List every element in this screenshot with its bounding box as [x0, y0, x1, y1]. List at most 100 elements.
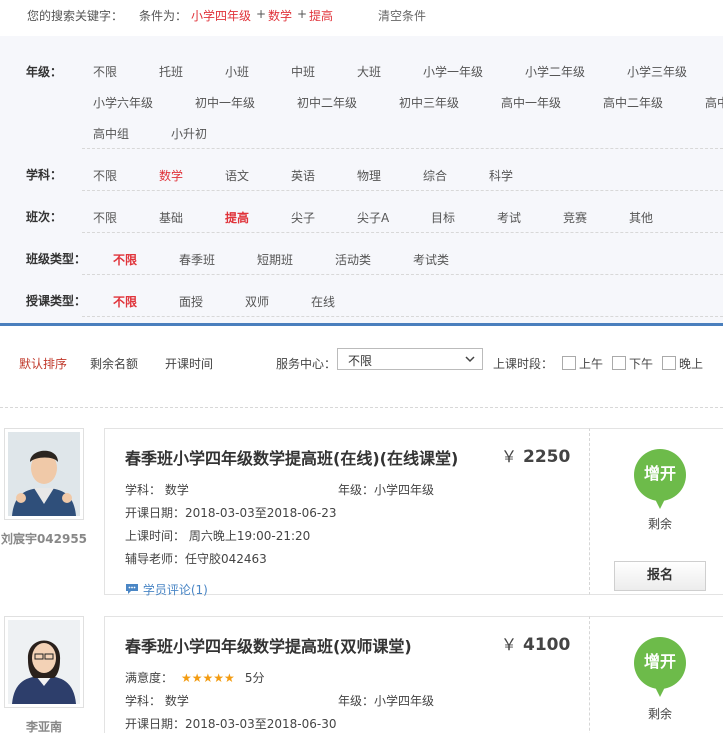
- divider: [82, 274, 723, 275]
- subject-option[interactable]: 语文: [225, 167, 249, 184]
- sort-default[interactable]: 默认排序: [19, 355, 67, 372]
- keyword-label: 您的搜索关键字：: [27, 9, 124, 23]
- level-option[interactable]: 考试: [497, 209, 521, 226]
- condition-plus: +: [256, 7, 267, 21]
- course-class-time: 上课时间： 周六晚上19:00-21:20: [125, 529, 311, 543]
- course-title[interactable]: 春季班小学四年级数学提高班(双师课堂): [125, 633, 412, 657]
- grade-option[interactable]: 高中一年级: [501, 94, 561, 111]
- grade-option[interactable]: 高中二年级: [603, 94, 663, 111]
- grade-label: 年级：: [26, 65, 63, 79]
- course-card: 春季班小学四年级数学提高班(双师课堂) ￥ 4100 满意度： ★★★★★ 5分 学科…: [104, 616, 590, 733]
- grade-option[interactable]: 初中二年级: [297, 94, 357, 111]
- remaining-seats: 剩余: [647, 517, 672, 531]
- class-type-option[interactable]: 春季班: [179, 251, 215, 268]
- course-price: ￥ 4100: [501, 631, 570, 655]
- teacher-name[interactable]: 李亚南: [0, 718, 88, 733]
- teach-type-option[interactable]: 双师: [245, 293, 269, 310]
- comment-icon: [126, 584, 138, 594]
- evening-label[interactable]: 晚上: [679, 355, 703, 372]
- grade-option[interactable]: 初中三年级: [399, 94, 459, 111]
- grade-option[interactable]: 不限: [93, 63, 117, 80]
- subject-option[interactable]: 综合: [423, 167, 447, 184]
- grade-option[interactable]: 小学三年级: [627, 63, 687, 80]
- service-center-label: 服务中心：: [276, 357, 337, 371]
- grade-option[interactable]: 小升初: [171, 125, 207, 142]
- service-center-select[interactable]: 不限: [337, 348, 483, 370]
- signup-button[interactable]: 报名: [614, 561, 706, 591]
- level-label: 班次：: [26, 210, 63, 224]
- grade-option[interactable]: 中班: [291, 63, 315, 80]
- grade-option[interactable]: 大班: [357, 63, 381, 80]
- search-keyword-bar: 您的搜索关键字： 条件为： 小学四年级 + 数学 + 提高 清空条件: [0, 0, 723, 36]
- grade-option[interactable]: 小学六年级: [93, 94, 153, 111]
- subject-option[interactable]: 英语: [291, 167, 315, 184]
- level-option[interactable]: 尖子: [291, 209, 315, 226]
- grade-option[interactable]: 小班: [225, 63, 249, 80]
- teach-type-option[interactable]: 面授: [179, 293, 203, 310]
- reviews-label: 学员评论(1): [142, 583, 208, 597]
- class-time-label: 上课时段：: [493, 357, 554, 371]
- sort-remaining[interactable]: 剩余名额: [90, 355, 138, 372]
- morning-checkbox[interactable]: [562, 356, 576, 370]
- clear-conditions-link[interactable]: 清空条件: [378, 7, 426, 24]
- level-option[interactable]: 目标: [431, 209, 455, 226]
- afternoon-checkbox[interactable]: [612, 356, 626, 370]
- condition-level: 提高: [309, 9, 334, 23]
- status-badge: 增开: [634, 449, 686, 509]
- level-option[interactable]: 其他: [629, 209, 653, 226]
- teach-type-option[interactable]: 在线: [311, 293, 335, 310]
- remaining-seats: 剩余: [647, 707, 672, 721]
- subject-option[interactable]: 科学: [489, 167, 513, 184]
- course-side-panel: 增开 剩余 报名: [590, 428, 723, 595]
- course-start-date: 开课日期：2018-03-03至2018-06-23: [125, 506, 337, 520]
- class-type-option-selected[interactable]: 不限: [113, 251, 137, 268]
- avatar: [8, 620, 80, 704]
- teach-type-option-selected[interactable]: 不限: [113, 293, 137, 310]
- course-start-date: 开课日期：2018-03-03至2018-06-30: [125, 717, 337, 731]
- condition-grade: 小学四年级: [191, 9, 252, 23]
- grade-option[interactable]: 初中一年级: [195, 94, 255, 111]
- class-type-label: 班级类型：: [26, 252, 87, 266]
- currency-symbol: ￥: [501, 635, 518, 654]
- course-grade: 年级：小学四年级: [338, 483, 435, 497]
- status-badge: 增开: [634, 637, 686, 697]
- subject-option[interactable]: 物理: [357, 167, 381, 184]
- teacher-name[interactable]: 刘宸宇042955: [0, 530, 88, 547]
- morning-label[interactable]: 上午: [579, 355, 603, 372]
- evening-checkbox[interactable]: [662, 356, 676, 370]
- currency-symbol: ￥: [501, 447, 518, 466]
- grade-option[interactable]: 高中: [705, 94, 723, 111]
- class-type-option[interactable]: 考试类: [413, 251, 449, 268]
- avatar: [8, 432, 80, 516]
- afternoon-label[interactable]: 下午: [629, 355, 653, 372]
- teacher-photo[interactable]: [4, 616, 84, 708]
- level-option[interactable]: 基础: [159, 209, 183, 226]
- sort-start-time[interactable]: 开课时间: [165, 355, 213, 372]
- level-option-selected[interactable]: 提高: [225, 209, 249, 226]
- course-subject: 学科： 数学: [125, 483, 189, 497]
- grade-option[interactable]: 小学二年级: [525, 63, 585, 80]
- subject-option[interactable]: 不限: [93, 167, 117, 184]
- level-option[interactable]: 不限: [93, 209, 117, 226]
- level-option[interactable]: 竞赛: [563, 209, 587, 226]
- student-reviews-link[interactable]: 学员评论(1): [125, 581, 208, 598]
- satisfaction-label: 满意度：: [125, 671, 174, 685]
- grade-option[interactable]: 托班: [159, 63, 183, 80]
- divider: [82, 316, 723, 317]
- course-title[interactable]: 春季班小学四年级数学提高班(在线)(在线课堂): [125, 445, 458, 469]
- course-tutor: 辅导老师：任守胶042463: [125, 552, 267, 566]
- service-center-value: 不限: [348, 354, 373, 368]
- subject-option-selected[interactable]: 数学: [159, 167, 183, 184]
- class-type-option[interactable]: 活动类: [335, 251, 371, 268]
- grade-option[interactable]: 小学一年级: [423, 63, 483, 80]
- class-type-option[interactable]: 短期班: [257, 251, 293, 268]
- course-satisfaction: 满意度： ★★★★★ 5分: [125, 669, 264, 686]
- chevron-down-icon: [465, 356, 475, 363]
- level-option[interactable]: 尖子A: [357, 209, 389, 226]
- teacher-photo[interactable]: [4, 428, 84, 520]
- course-side-panel: 增开 剩余: [590, 616, 723, 733]
- divider: [82, 148, 723, 149]
- divider: [0, 407, 723, 408]
- course-subject: 学科： 数学: [125, 694, 189, 708]
- grade-option[interactable]: 高中组: [93, 125, 129, 142]
